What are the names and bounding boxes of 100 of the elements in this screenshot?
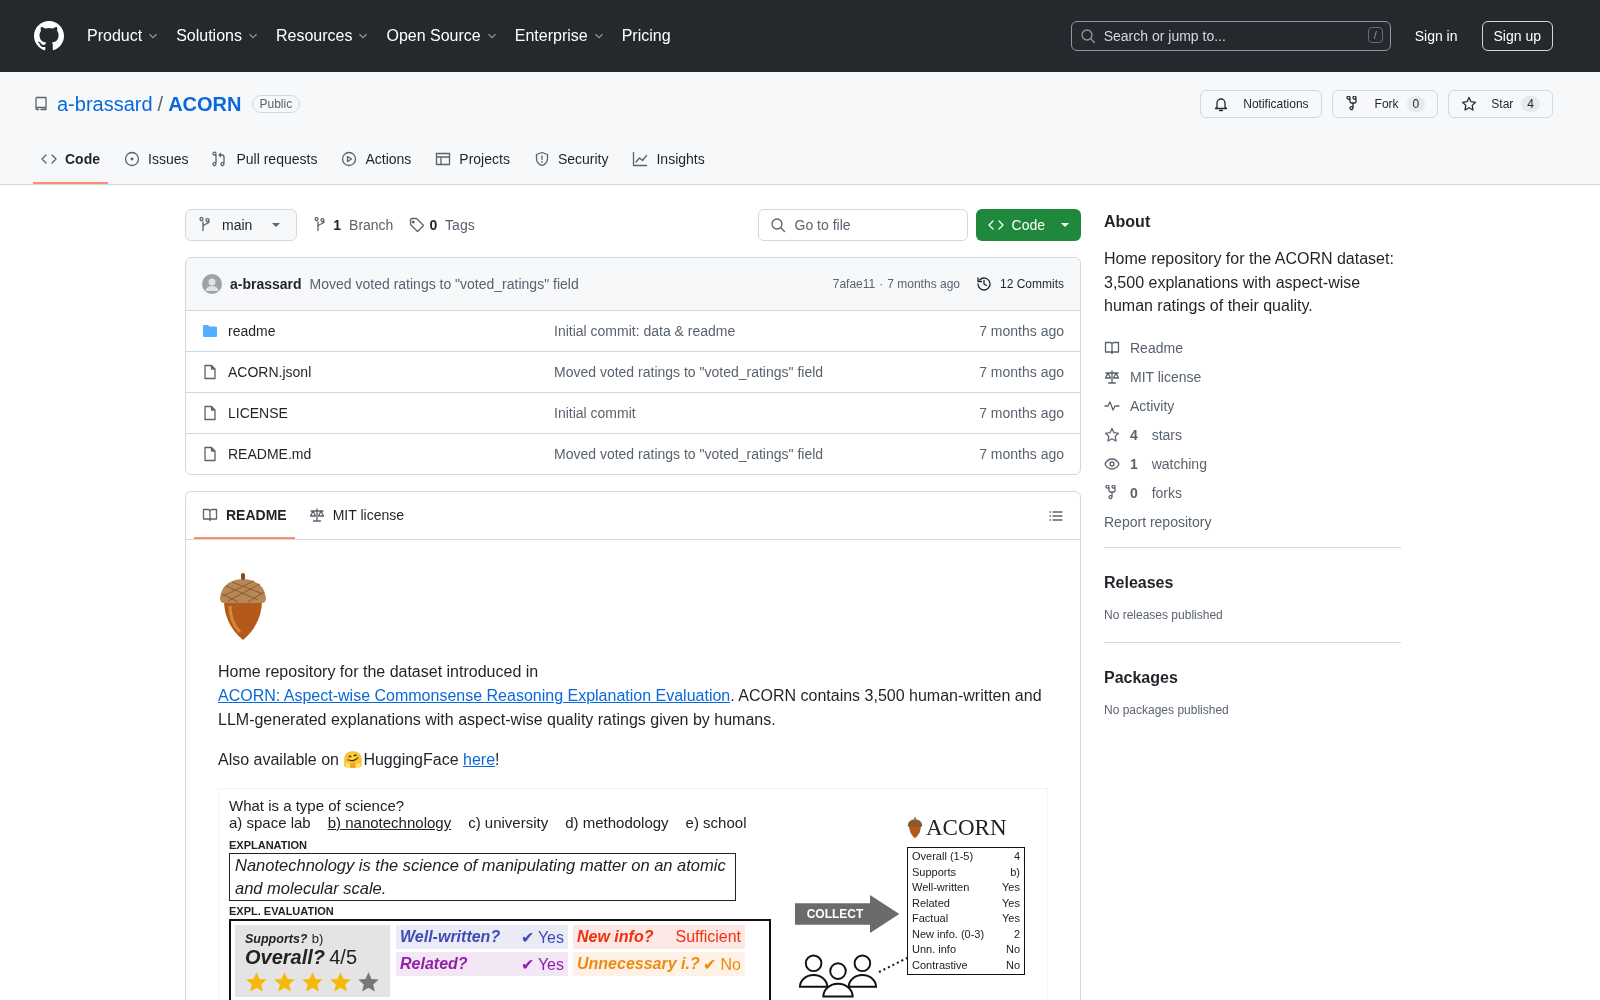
commits-link[interactable]: 12 Commits bbox=[976, 276, 1064, 292]
repo-action-button[interactable]: Notifications bbox=[1200, 90, 1322, 118]
nav-menu-item[interactable]: Solutions bbox=[168, 27, 268, 45]
nav-menu-item[interactable]: Resources bbox=[267, 27, 379, 45]
supports-label: Supports? bbox=[245, 932, 308, 946]
aspect-value: ✔ Yes bbox=[520, 954, 564, 974]
file-name-link[interactable]: ACORN.jsonl bbox=[228, 364, 544, 380]
summary-value: 4 bbox=[1013, 849, 1020, 864]
report-link[interactable]: Report repository bbox=[1104, 507, 1401, 537]
branches-link[interactable]: 1 Branch bbox=[313, 217, 394, 233]
sidebar-link[interactable]: MIT license bbox=[1104, 362, 1401, 392]
counter: 0 bbox=[1406, 96, 1426, 112]
button-label: Notifications bbox=[1243, 97, 1309, 111]
button-label: Fork bbox=[1374, 97, 1399, 111]
sidebar-link[interactable]: Activity bbox=[1104, 391, 1401, 421]
commit-message-link[interactable]: Initial commit bbox=[554, 405, 970, 421]
star-icon bbox=[1461, 96, 1478, 112]
sign-up-button[interactable]: Sign up bbox=[1481, 21, 1553, 51]
answer-option: e) school bbox=[685, 814, 747, 831]
aspect-label: New info? bbox=[577, 928, 654, 946]
bell-icon bbox=[1213, 96, 1230, 112]
star-icon bbox=[329, 971, 352, 993]
summary-name: Contrastive bbox=[912, 957, 968, 973]
button-label: Star bbox=[1491, 97, 1514, 111]
file-icon bbox=[202, 446, 218, 462]
play-icon bbox=[341, 151, 358, 167]
avatar bbox=[202, 274, 222, 294]
acorn-drawing bbox=[218, 572, 268, 642]
summary-value: b) bbox=[1010, 864, 1020, 880]
go-to-file-field[interactable]: Go to file bbox=[757, 209, 968, 241]
commit-message-link[interactable]: Moved voted ratings to "voted_ratings" field bbox=[554, 364, 970, 380]
summary-value: No bbox=[1005, 957, 1020, 973]
aspect-value: ✔ No bbox=[703, 954, 741, 974]
nav-menu-item[interactable]: Enterprise bbox=[506, 27, 614, 45]
section-heading: Packages bbox=[1104, 668, 1179, 687]
about-heading: About bbox=[1104, 213, 1152, 231]
file-time: 7 months ago bbox=[979, 323, 1064, 339]
tag-icon bbox=[409, 217, 426, 233]
repo-description: Home repository for the ACORN dataset: 3,500 explanations with aspect-wise human ratings of their quality. bbox=[1104, 249, 1395, 316]
repo-tab[interactable]: Actions bbox=[333, 136, 420, 184]
nav-menu-item[interactable]: Pricing bbox=[613, 27, 679, 45]
star-icon bbox=[245, 971, 268, 993]
sidebar-link[interactable]: 0 forks bbox=[1104, 478, 1401, 508]
graph-icon bbox=[632, 151, 649, 167]
commit-author[interactable]: a-brassard bbox=[230, 276, 302, 292]
sidebar-link[interactable]: 4 stars bbox=[1104, 420, 1401, 450]
readme-tab[interactable]: MIT license bbox=[300, 492, 412, 539]
repo-tab[interactable]: Issues bbox=[116, 136, 197, 184]
repo-name-link[interactable]: ACORN bbox=[168, 92, 242, 116]
section-note: No releases published bbox=[1104, 607, 1224, 622]
star-icon bbox=[273, 971, 296, 993]
repo-icon bbox=[33, 96, 49, 112]
counter: 4 bbox=[1521, 96, 1540, 112]
summary-name: Unn. info bbox=[912, 942, 957, 957]
nav-menu-item[interactable]: Open Source bbox=[378, 27, 507, 45]
summary-name: Factual bbox=[912, 911, 949, 926]
star-icon bbox=[357, 971, 380, 993]
sign-in-link[interactable]: Sign in bbox=[1414, 28, 1458, 44]
shortcut-key: / bbox=[1367, 27, 1383, 43]
repo-action-button[interactable]: Fork 0 bbox=[1331, 90, 1439, 118]
repo-tab[interactable]: Projects bbox=[427, 136, 518, 184]
aspect-label: Unnecessary i.? bbox=[577, 955, 700, 973]
answer-option: d) methodology bbox=[565, 814, 669, 831]
summary-name: Related bbox=[912, 895, 950, 911]
repo-owner-link[interactable]: a-brassard bbox=[57, 92, 153, 116]
branch-selector[interactable]: main bbox=[185, 209, 298, 241]
summary-value: Yes bbox=[1002, 911, 1020, 926]
acorn-icon bbox=[907, 817, 923, 839]
aspect-value: ✔ Yes bbox=[520, 927, 564, 947]
commit-time: 7 months ago bbox=[887, 277, 960, 291]
commit-message-link[interactable]: Moved voted ratings to "voted_ratings" field bbox=[554, 446, 970, 462]
text-link[interactable]: ACORN: Aspect-wise Commonsense Reasoning Explanation Evaluation bbox=[218, 687, 731, 704]
commit-message-link[interactable]: Initial commit: data & readme bbox=[554, 323, 970, 339]
search-icon bbox=[1079, 28, 1096, 44]
nav-menu-item[interactable]: Product bbox=[79, 27, 169, 45]
repo-tab[interactable]: Pull requests bbox=[204, 136, 326, 184]
search-icon bbox=[769, 217, 786, 233]
aspect-label: Well-written? bbox=[400, 928, 501, 946]
readme-tab[interactable]: README bbox=[194, 492, 295, 539]
separator-dot: · bbox=[879, 277, 884, 291]
aspect-label: Related? bbox=[400, 955, 468, 973]
tags-link[interactable]: 0 Tags bbox=[409, 217, 475, 233]
commit-hash[interactable]: 7afae11 bbox=[832, 277, 876, 291]
repo-action-button[interactable]: Star 4 bbox=[1448, 90, 1553, 118]
code-button[interactable]: Code bbox=[975, 209, 1081, 241]
file-name-link[interactable]: LICENSE bbox=[228, 405, 544, 421]
octocat-logo-icon[interactable] bbox=[33, 20, 65, 52]
file-name-link[interactable]: readme bbox=[228, 323, 544, 339]
file-icon bbox=[202, 364, 218, 380]
commit-message[interactable]: Moved voted ratings to "voted_ratings" field bbox=[309, 276, 579, 292]
file-name-link[interactable]: README.md bbox=[228, 446, 544, 462]
explanation-box: Nanotechnology is the science of manipulating matter on an atomic and molecular scale. bbox=[229, 853, 736, 901]
repo-tab[interactable]: Security bbox=[525, 136, 617, 184]
acorn-wordmark: ACORN bbox=[926, 815, 1007, 841]
repo-tab[interactable]: Insights bbox=[624, 136, 713, 184]
sidebar-link[interactable]: 1 watching bbox=[1104, 449, 1401, 479]
section-label: EXPL. EVALUATION bbox=[229, 905, 335, 917]
sidebar-link[interactable]: Readme bbox=[1104, 333, 1401, 363]
file-icon bbox=[202, 405, 218, 421]
repo-tab[interactable]: Code bbox=[33, 136, 108, 184]
